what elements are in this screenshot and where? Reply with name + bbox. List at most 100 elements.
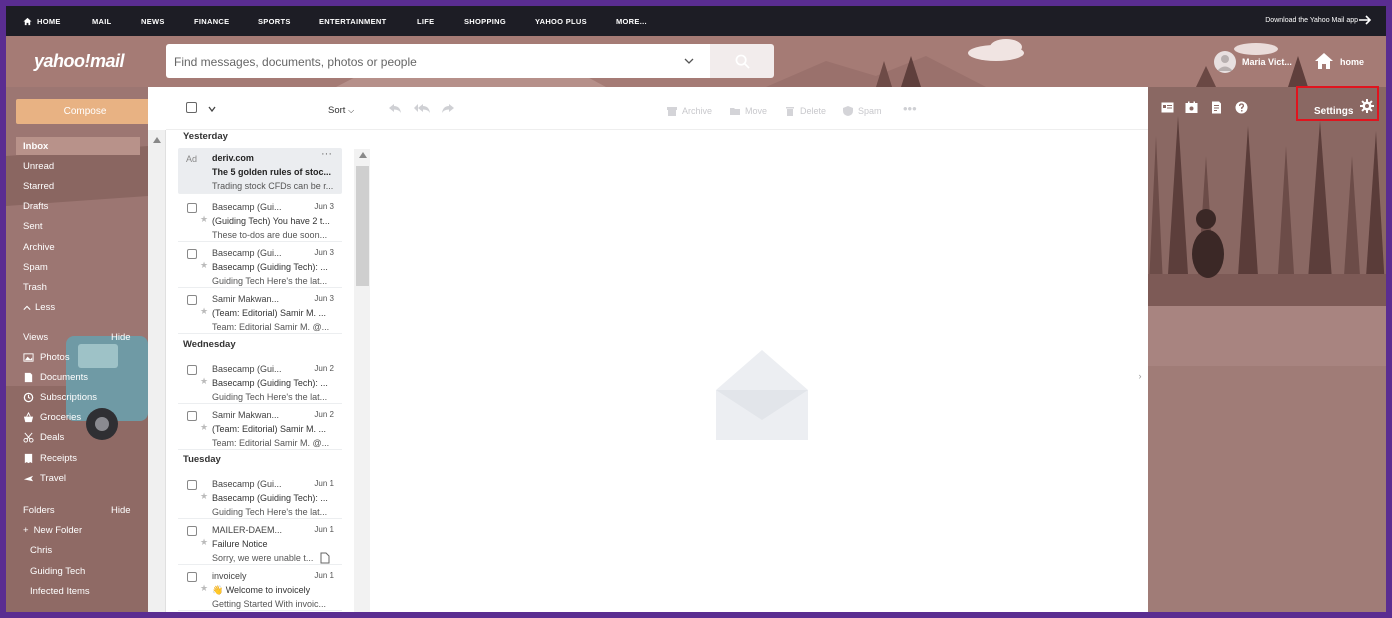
sidebar-item-drafts[interactable]: Drafts [23,201,48,212]
star-icon[interactable]: ★ [200,583,208,594]
contacts-icon[interactable] [1161,101,1174,114]
move-button[interactable]: Move [729,105,767,117]
star-icon[interactable]: ★ [200,422,208,433]
avatar[interactable] [1214,51,1236,73]
message-checkbox[interactable] [187,480,197,490]
archive-button[interactable]: Archive [666,105,712,117]
delete-button[interactable]: Delete [784,105,826,117]
group-header-tuesday: Tuesday [183,454,221,465]
folder-infected-items[interactable]: Infected Items [30,586,90,597]
outer-scrollbar[interactable] [148,130,166,612]
chevron-down-icon[interactable] [684,57,694,65]
chevron-right-icon[interactable]: › [1133,368,1147,384]
sidebar-item-trash[interactable]: Trash [23,282,47,293]
star-icon[interactable]: ★ [200,260,208,271]
shield-icon [843,106,853,116]
home-link[interactable]: home [1340,57,1364,67]
compose-button[interactable]: Compose [16,99,154,124]
folder-guiding-tech[interactable]: Guiding Tech [30,566,85,577]
photo-icon [23,353,34,362]
sidebar-toggle-less[interactable]: Less [23,302,55,313]
sort-dropdown[interactable]: Sort ⌵ [328,105,354,116]
list-item[interactable]: ★ Samir Makwan... Jun 3 (Team: Editorial… [178,289,342,334]
home-icon[interactable] [1314,51,1334,71]
star-icon[interactable]: ★ [200,537,208,548]
message-checkbox[interactable] [187,526,197,536]
download-app-link[interactable]: Download the Yahoo Mail app [1265,17,1358,24]
message-checkbox[interactable] [187,411,197,421]
message-checkbox[interactable] [187,249,197,259]
nav-shopping[interactable]: SHOPPING [464,17,506,26]
star-icon[interactable]: ★ [200,491,208,502]
sidebar-item-spam[interactable]: Spam [23,262,48,273]
nav-home[interactable]: HOME [23,17,61,26]
folders-hide-button[interactable]: Hide [111,505,131,516]
group-header-wednesday: Wednesday [183,339,236,350]
view-travel[interactable]: Travel [23,473,66,484]
nav-sports[interactable]: SPORTS [258,17,291,26]
scissors-icon [23,432,34,443]
scroll-up-icon[interactable] [359,152,367,158]
view-deals[interactable]: Deals [23,432,64,443]
list-item[interactable]: ★ Basecamp (Gui... Jun 1 Basecamp (Guidi… [178,474,342,519]
nav-entertainment[interactable]: ENTERTAINMENT [319,17,387,26]
search-input[interactable]: Find messages, documents, photos or peop… [166,44,710,78]
list-item[interactable]: ★ MAILER-DAEM... Jun 1 Failure Notice So… [178,520,342,565]
forward-icon[interactable] [441,101,455,115]
scroll-up-icon[interactable] [153,137,161,143]
help-icon[interactable] [1235,101,1248,114]
message-snippet: Sorry, we were unable t... [212,553,314,563]
nav-life[interactable]: LIFE [417,17,434,26]
star-icon[interactable]: ★ [200,376,208,387]
view-receipts[interactable]: Receipts [23,453,77,464]
more-options-icon[interactable]: ··· [321,148,332,160]
sidebar-item-inbox[interactable]: Inbox [16,137,140,155]
chevron-down-icon[interactable] [208,106,216,112]
search-icon [735,54,750,69]
message-checkbox[interactable] [187,203,197,213]
folder-chris[interactable]: Chris [30,545,52,556]
view-photos[interactable]: Photos [23,352,70,363]
view-groceries[interactable]: Groceries [23,412,81,423]
star-icon[interactable]: ★ [200,306,208,317]
reply-icon[interactable] [388,101,402,115]
scrollbar-thumb[interactable] [356,166,369,286]
nav-yahoo-plus[interactable]: YAHOO PLUS [535,17,587,26]
view-documents[interactable]: Documents [23,372,88,383]
select-all-checkbox[interactable] [186,102,197,113]
message-checkbox[interactable] [187,365,197,375]
message-date: Jun 2 [314,364,334,373]
envelope-icon [716,350,808,440]
search-button[interactable] [710,44,774,78]
yahoo-mail-app: HOME MAIL NEWS FINANCE SPORTS ENTERTAINM… [6,6,1386,612]
spam-button[interactable]: Spam [842,105,882,117]
arrow-right-icon[interactable] [1358,14,1372,26]
username[interactable]: Maria Vict... [1242,57,1292,67]
message-checkbox[interactable] [187,572,197,582]
nav-news[interactable]: NEWS [141,17,165,26]
calendar-icon[interactable] [1185,101,1198,114]
list-item[interactable]: ★ Basecamp (Gui... Jun 3 (Guiding Tech) … [178,197,342,242]
sidebar-item-sent[interactable]: Sent [23,221,43,232]
message-checkbox[interactable] [187,295,197,305]
top-navigation: HOME MAIL NEWS FINANCE SPORTS ENTERTAINM… [6,6,1386,36]
sidebar-item-archive[interactable]: Archive [23,242,55,253]
nav-more[interactable]: MORE... [616,17,647,26]
more-actions-icon[interactable]: ••• [903,101,917,116]
nav-mail[interactable]: MAIL [92,17,112,26]
reply-all-icon[interactable] [414,101,430,115]
view-subscriptions[interactable]: Subscriptions [23,392,97,403]
nav-finance[interactable]: FINANCE [194,17,229,26]
yahoo-mail-logo[interactable]: yahoo!mail [34,51,125,72]
sidebar-item-starred[interactable]: Starred [23,181,54,192]
sidebar-item-unread[interactable]: Unread [23,161,54,172]
list-item[interactable]: ★ Samir Makwan... Jun 2 (Team: Editorial… [178,405,342,450]
ad-message[interactable]: Ad deriv.com ··· The 5 golden rules of s… [178,148,342,194]
list-item[interactable]: ★ Basecamp (Gui... Jun 2 Basecamp (Guidi… [178,359,342,404]
views-hide-button[interactable]: Hide [111,332,131,343]
list-item[interactable]: ★ invoicely Jun 1 👋 Welcome to invoicely… [178,566,342,611]
notepad-icon[interactable] [1210,101,1223,114]
new-folder-button[interactable]: + New Folder [23,525,82,536]
list-item[interactable]: ★ Basecamp (Gui... Jun 3 Basecamp (Guidi… [178,243,342,288]
star-icon[interactable]: ★ [200,214,208,225]
